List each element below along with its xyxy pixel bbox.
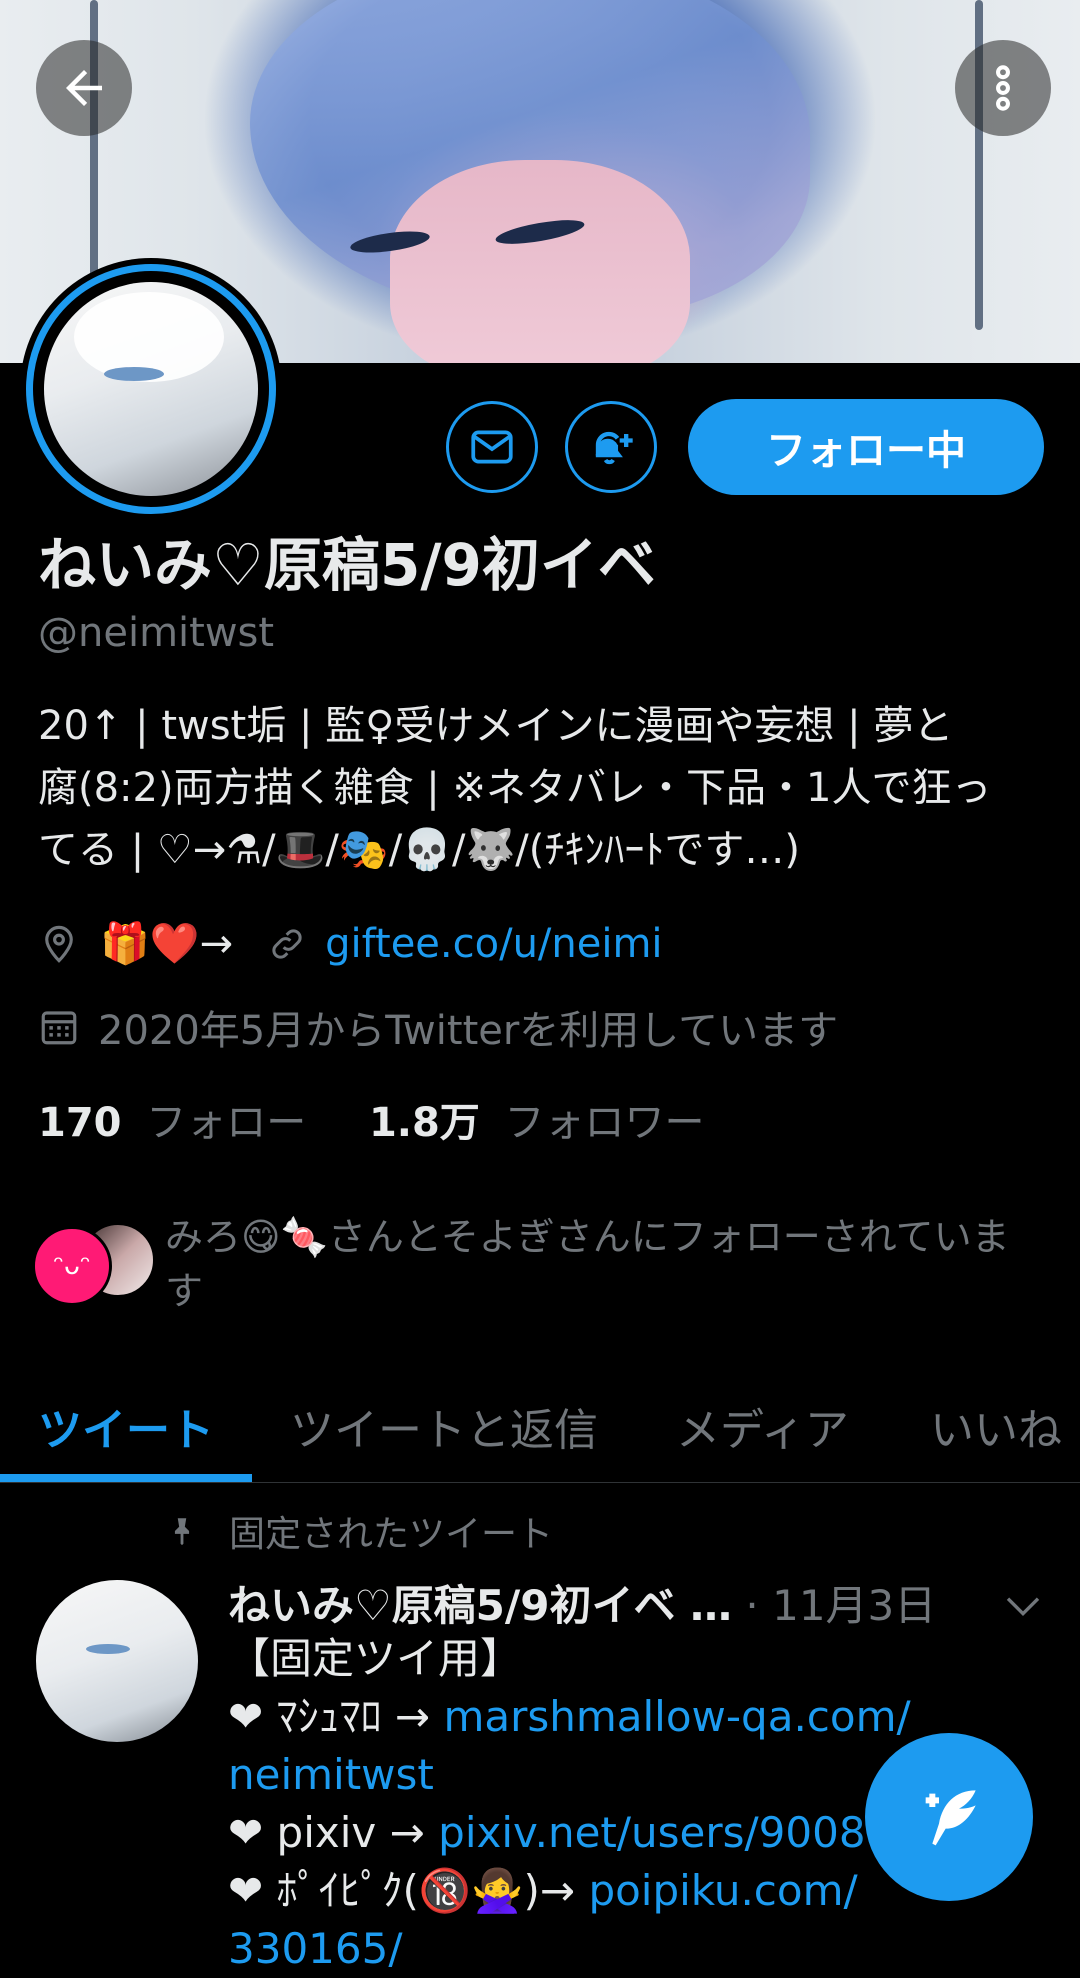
compose-feather-icon	[925, 1790, 976, 1846]
profile-meta-row: 🎁❤️→ giftee.co/u/neimi	[38, 920, 663, 967]
profile-avatar[interactable]	[20, 258, 282, 520]
bio-line: てる | ♡→⚗/🎩/🎭/💀/🐺/(ﾁｷﾝﾊｰﾄです…)	[38, 827, 800, 873]
tweet-line-prefix: ❤ ﾏｼｭﾏﾛ →	[228, 1692, 444, 1741]
tweet-date: · 11月3日	[732, 1581, 937, 1630]
banner-face	[390, 160, 690, 363]
follower-avatar-1: ᵔᴗᵔ	[32, 1226, 112, 1306]
mail-icon	[471, 430, 513, 464]
profile-stats: 170 フォロー 1.8万 フォロワー	[38, 1090, 705, 1148]
tweet-link[interactable]: pixiv.net/users/90086	[438, 1808, 892, 1857]
followers-label: フォロワー	[504, 1100, 705, 1146]
compose-tweet-button[interactable]	[865, 1733, 1033, 1901]
more-vertical-icon	[996, 65, 1010, 111]
profile-name: ねいみ♡原稿5/9初イベ	[38, 531, 656, 599]
website-link[interactable]: giftee.co/u/neimi	[325, 921, 662, 967]
avatar-image	[44, 282, 258, 496]
tab-tweets[interactable]: ツイート	[38, 1370, 214, 1482]
arrow-left-icon	[66, 70, 102, 106]
tweet-link[interactable]: poipiku.com/	[588, 1866, 857, 1915]
location-pin-icon	[45, 925, 73, 963]
followers-stat[interactable]: 1.8万 フォロワー	[369, 1100, 705, 1146]
tweet-line-prefix: ❤ pixiv →	[228, 1808, 439, 1857]
profile-bio: 20↑ | twst垢 | 監♀受けメインに漫画や妄想 | 夢と 腐(8:2)両…	[38, 695, 1048, 881]
pinned-label: 固定されたツイート	[229, 1514, 554, 1555]
pinned-tweet-header: 固定されたツイート	[165, 1505, 553, 1557]
calendar-icon	[41, 1011, 77, 1045]
tweet-link[interactable]: neimitwst	[228, 1750, 434, 1799]
bio-line: 20↑ | twst垢 | 監♀受けメインに漫画や妄想 | 夢と	[38, 703, 954, 749]
active-tab-indicator	[0, 1474, 252, 1482]
tab-likes[interactable]: いいね	[930, 1370, 1062, 1482]
joined-date: 2020年5月からTwitterを利用しています	[98, 1008, 839, 1054]
followers-count: 1.8万	[368, 1100, 480, 1146]
tweet-line: 【固定ツイ用】	[228, 1634, 523, 1683]
following-label: フォロー	[146, 1100, 307, 1146]
link-icon	[272, 928, 302, 959]
bell-plus-icon	[595, 431, 633, 465]
tab-tweets-replies[interactable]: ツイートと返信	[290, 1370, 598, 1482]
tweet-line: 330165/	[228, 1920, 1048, 1978]
followed-by-text[interactable]: みろ😋🍬さんとそよぎさんにフォローされています	[165, 1210, 1045, 1318]
message-button[interactable]	[446, 401, 538, 493]
notifications-button[interactable]	[565, 401, 657, 493]
tweet-author-avatar[interactable]	[36, 1580, 198, 1742]
tweet-header: ねいみ♡原稿5/9初イベ … · 11月3日	[228, 1572, 936, 1633]
bio-line: 腐(8:2)両方描く雑食 | ※ネタバレ・下品・1人で狂っ	[38, 765, 992, 811]
tab-media[interactable]: メディア	[676, 1370, 849, 1482]
tweet-link[interactable]: 330165/	[228, 1924, 402, 1973]
more-options-button[interactable]	[955, 40, 1051, 136]
following-button[interactable]: フォロー中	[688, 399, 1044, 495]
tweet-author-name[interactable]: ねいみ♡原稿5/9初イベ …	[228, 1581, 732, 1630]
tweet-line-prefix: ❤ ﾎﾟｲﾋﾟｸ(🔞🙅‍♀️)→	[228, 1866, 589, 1915]
back-button[interactable]	[36, 40, 132, 136]
profile-tabs: ツイート ツイートと返信 メディア いいね	[0, 1370, 1080, 1483]
profile-handle: @neimitwst	[38, 610, 275, 656]
tweet-link[interactable]: marshmallow-qa.com/	[443, 1692, 910, 1741]
following-stat[interactable]: 170 フォロー	[38, 1100, 319, 1146]
chevron-down-icon[interactable]	[1003, 1592, 1043, 1622]
joined-row: 2020年5月からTwitterを利用しています	[38, 998, 838, 1056]
location-text: 🎁❤️→	[100, 921, 234, 967]
following-count: 170	[38, 1100, 122, 1146]
avatar-ring	[26, 264, 276, 514]
pin-icon	[174, 1518, 190, 1546]
